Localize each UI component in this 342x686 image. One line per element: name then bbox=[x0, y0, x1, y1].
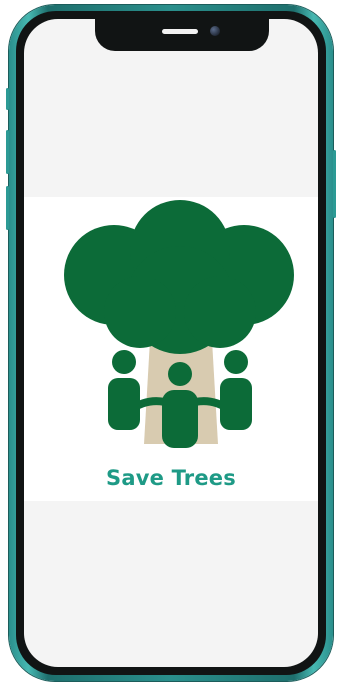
person-right-figure bbox=[220, 350, 252, 430]
tree-canopy bbox=[64, 200, 294, 354]
silent-switch bbox=[6, 88, 9, 110]
tree-with-people-logo bbox=[64, 200, 294, 448]
volume-up-button bbox=[6, 130, 9, 174]
device-mockup: Save Trees bbox=[0, 0, 342, 686]
power-button bbox=[333, 150, 336, 218]
person-left-figure bbox=[108, 350, 140, 430]
front-camera bbox=[210, 26, 220, 36]
volume-down-button bbox=[6, 186, 9, 230]
speaker-grille bbox=[162, 29, 198, 34]
brand-title: Save Trees bbox=[106, 466, 236, 490]
